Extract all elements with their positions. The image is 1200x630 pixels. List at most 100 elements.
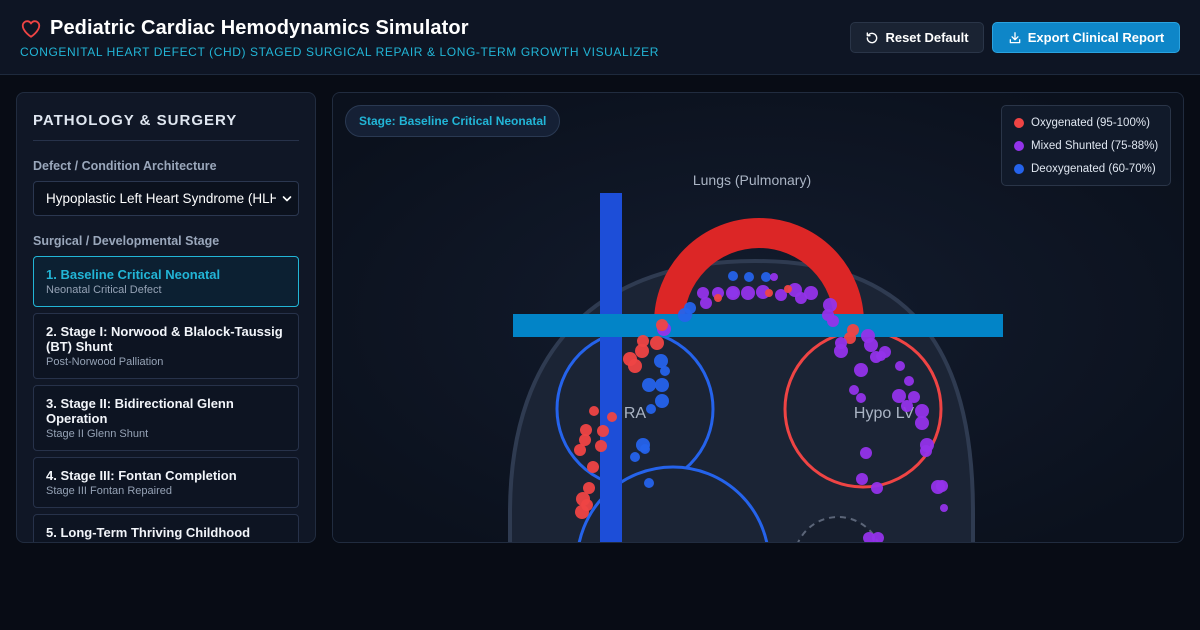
blood-particle — [936, 480, 948, 492]
blood-particle — [871, 482, 883, 494]
download-icon — [1009, 31, 1021, 43]
stage-title: 3. Stage II: Bidirectional Glenn Operati… — [46, 396, 234, 426]
stage-label: Surgical / Developmental Stage — [33, 234, 220, 248]
blood-particle — [895, 361, 905, 371]
stage-item-glenn[interactable]: 3. Stage II: Bidirectional Glenn Operati… — [33, 385, 299, 451]
stage-subtitle: Post-Norwood Palliation — [46, 356, 164, 368]
stage-title: 2. Stage I: Norwood & Blalock-Taussig (B… — [46, 324, 283, 354]
blood-particle — [834, 344, 848, 358]
blood-particle — [646, 404, 656, 414]
blood-particle — [628, 359, 642, 373]
blood-particle — [650, 336, 664, 350]
export-report-button[interactable]: Export Clinical Report — [992, 22, 1180, 53]
blood-particle — [904, 376, 914, 386]
reset-icon — [867, 31, 878, 43]
hemodynamics-panel: Lungs (Pulmonary) RA Hypo LV Stage: Base… — [332, 92, 1184, 543]
stage-title: 1. Baseline Critical Neonatal — [46, 267, 221, 282]
ra-label: RA — [624, 405, 647, 422]
blood-particle — [630, 452, 640, 462]
legend-label: Mixed Shunted (75-88%) — [1031, 140, 1159, 152]
defect-select[interactable]: Hypoplastic Left Heart Syndrome (HLHS) — [33, 181, 299, 216]
blood-particle — [597, 425, 609, 437]
reset-default-button[interactable]: Reset Default — [850, 22, 984, 53]
blood-particle — [607, 412, 617, 422]
blood-particle — [761, 272, 771, 282]
blood-particle — [744, 272, 754, 282]
stage-item-childhood[interactable]: 5. Long-Term Thriving Childhood — [33, 514, 299, 542]
heart-icon — [21, 19, 41, 38]
blood-particle — [940, 504, 948, 512]
blood-particle — [920, 445, 932, 457]
blood-particle — [728, 271, 738, 281]
blood-particle — [581, 499, 593, 511]
blood-particle — [654, 354, 668, 368]
blood-particle — [656, 319, 668, 331]
blood-particle — [595, 440, 607, 452]
stage-badge: Stage: Baseline Critical Neonatal — [345, 105, 561, 137]
blood-particle — [849, 385, 859, 395]
blood-particle — [770, 273, 778, 281]
app-title: Pediatric Cardiac Hemodynamics Simulator — [50, 17, 469, 39]
legend-item-mixed: Mixed Shunted (75-88%) — [1014, 140, 1158, 152]
legend-item-oxygenated: Oxygenated (95-100%) — [1014, 117, 1150, 129]
blood-particle — [700, 297, 712, 309]
sidebar-title: PATHOLOGY & SURGERY — [33, 112, 238, 129]
legend-item-deoxygenated: Deoxygenated (60-70%) — [1014, 163, 1156, 175]
legend-dot — [1014, 118, 1024, 128]
stage-subtitle: Stage III Fontan Repaired — [46, 485, 172, 497]
blood-particle — [864, 338, 878, 352]
blood-particle — [795, 292, 807, 304]
legend-dot — [1014, 141, 1024, 151]
blood-particle — [784, 285, 792, 293]
blood-particle — [726, 286, 740, 300]
blood-particle — [583, 482, 595, 494]
stage-title: 4. Stage III: Fontan Completion — [46, 468, 237, 483]
pulmonary-artery — [513, 314, 1003, 337]
blood-particle — [574, 444, 586, 456]
stage-item-fontan[interactable]: 4. Stage III: Fontan Completion Stage II… — [33, 457, 299, 508]
blood-particle — [714, 294, 722, 302]
blood-particle — [856, 473, 868, 485]
app-header: Pediatric Cardiac Hemodynamics Simulator… — [0, 0, 1200, 75]
pathology-sidebar: PATHOLOGY & SURGERY Defect / Condition A… — [16, 92, 316, 543]
stage-title: 5. Long-Term Thriving Childhood — [46, 525, 251, 540]
vena-cava — [600, 193, 622, 542]
defect-select-value: Hypoplastic Left Heart Syndrome (HLHS) — [46, 191, 276, 206]
stage-item-baseline[interactable]: 1. Baseline Critical Neonatal Neonatal C… — [33, 256, 299, 307]
blood-particle — [860, 447, 872, 459]
blood-particle — [827, 315, 839, 327]
blood-particle — [642, 378, 656, 392]
chevron-down-icon — [282, 196, 292, 202]
blood-particle — [856, 393, 866, 403]
lungs-label: Lungs (Pulmonary) — [693, 172, 811, 188]
blood-particle — [644, 478, 654, 488]
flow-legend: Oxygenated (95-100%) Mixed Shunted (75-8… — [1001, 105, 1171, 186]
title-row: Pediatric Cardiac Hemodynamics Simulator — [20, 17, 469, 40]
blood-particle — [901, 400, 913, 412]
blood-particle — [741, 286, 755, 300]
blood-particle — [589, 406, 599, 416]
blood-particle — [587, 461, 599, 473]
blood-particle — [765, 289, 773, 297]
defect-label: Defect / Condition Architecture — [33, 159, 217, 173]
blood-particle — [655, 378, 669, 392]
sidebar-divider — [33, 140, 299, 141]
reset-default-label: Reset Default — [885, 30, 969, 45]
stage-subtitle: Stage II Glenn Shunt — [46, 428, 149, 440]
blood-particle — [678, 308, 692, 322]
stage-item-norwood[interactable]: 2. Stage I: Norwood & Blalock-Taussig (B… — [33, 313, 299, 379]
blood-particle — [915, 416, 929, 430]
blood-particle — [655, 394, 669, 408]
app-root: Pediatric Cardiac Hemodynamics Simulator… — [0, 0, 1200, 630]
legend-label: Deoxygenated (60-70%) — [1031, 163, 1156, 175]
blood-particle — [660, 366, 670, 376]
blood-particle — [879, 346, 891, 358]
blood-particle — [637, 335, 649, 347]
legend-label: Oxygenated (95-100%) — [1031, 117, 1150, 129]
blood-particle — [640, 444, 650, 454]
app-subtitle: CONGENITAL HEART DEFECT (CHD) STAGED SUR… — [20, 45, 660, 59]
stage-subtitle: Neonatal Critical Defect — [46, 284, 162, 296]
blood-particle — [854, 363, 868, 377]
export-report-label: Export Clinical Report — [1027, 30, 1165, 45]
legend-dot — [1014, 164, 1024, 174]
